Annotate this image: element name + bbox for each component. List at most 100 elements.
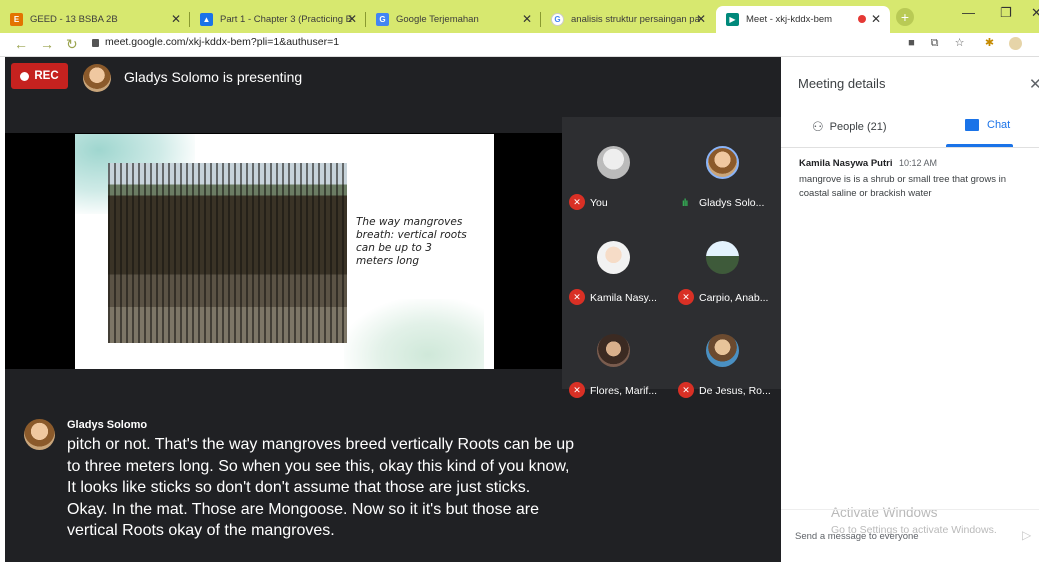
participant-avatar: [597, 334, 630, 367]
tab-label: Meet - xkj-kddx-bem: [746, 14, 833, 25]
meet-icon: ▶: [726, 13, 739, 26]
mic-muted-icon: ✕: [569, 289, 585, 305]
address-bar: ← → ↻ meet.google.com/xkj-kddx-bem?pli=1…: [0, 33, 1039, 57]
slide-text-line: The way mangroves: [356, 216, 463, 228]
send-icon[interactable]: ▷: [1022, 528, 1031, 542]
chat-message-text: mangrove is is a shrub or small tree tha…: [799, 174, 1006, 199]
input-divider: [781, 509, 1039, 510]
participant-tile[interactable]: ✕ You: [562, 132, 671, 222]
caption-speaker-avatar: [24, 419, 55, 450]
bookmark-star-icon[interactable]: ☆: [953, 37, 966, 50]
tab-close-icon[interactable]: ✕: [696, 12, 706, 26]
meeting-details-panel: Meeting details ✕ ⚇ People (21) Chat Kam…: [781, 57, 1039, 562]
new-tab-button[interactable]: +: [896, 8, 914, 26]
chat-message-input[interactable]: Send a message to everyone: [795, 531, 919, 542]
rec-label: REC: [34, 70, 59, 82]
tab-close-icon[interactable]: ✕: [522, 12, 532, 26]
forward-arrow-icon[interactable]: →: [40, 36, 54, 52]
drive-icon: ▲: [200, 13, 213, 26]
tab-people[interactable]: ⚇ People (21): [812, 119, 887, 135]
meet-stage: REC Gladys Solomo is presenting The way …: [5, 57, 781, 562]
participant-name: Gladys Solo...: [699, 197, 765, 209]
mic-muted-icon: ✕: [678, 382, 694, 398]
mangrove-photo: [108, 163, 347, 343]
participant-name: Carpio, Anab...: [699, 292, 769, 304]
slide-decoration: [344, 299, 484, 369]
participant-avatar: [597, 241, 630, 274]
slide-text: The way mangroves breath: vertical roots…: [356, 216, 476, 268]
tab-label: Google Terjemahan: [396, 14, 479, 25]
translate-icon: G: [376, 13, 389, 26]
people-tab-label: People (21): [829, 121, 887, 133]
caption-line: Okay. In the mat. Those are Mongoose. No…: [67, 500, 540, 518]
participant-name: You: [590, 197, 608, 209]
slide-text-line: meters long: [356, 255, 420, 267]
url-text: meet.google.com/xkj-kddx-bem?pli=1&authu…: [105, 36, 340, 48]
participant-name: De Jesus, Ro...: [699, 385, 771, 397]
chat-message-sender: Kamila Nasywa Putri: [799, 158, 893, 169]
tab-label: GEED - 13 BSBA 2B: [30, 14, 118, 25]
mic-muted-icon: ✕: [678, 289, 694, 305]
participant-name: Kamila Nasy...: [590, 292, 657, 304]
presenter-avatar: [83, 64, 111, 92]
recording-dot-icon: [858, 15, 866, 23]
slide-text-line: can be up to 3: [356, 242, 432, 254]
translate-page-icon[interactable]: ⧉: [928, 37, 941, 50]
maximize-icon[interactable]: ❐: [1000, 5, 1012, 21]
lock-icon: [92, 39, 99, 47]
extensions-icon[interactable]: ✱: [983, 37, 996, 50]
classroom-icon: E: [10, 13, 23, 26]
participant-tile[interactable]: ✕ Carpio, Anab...: [671, 227, 780, 317]
chat-tab-label: Chat: [987, 119, 1011, 131]
browser-tab[interactable]: ▲ Part 1 - Chapter 3 (Practicing E ✕: [190, 6, 366, 33]
mic-muted-icon: ✕: [569, 382, 585, 398]
tab-close-icon[interactable]: ✕: [347, 12, 357, 26]
profile-avatar[interactable]: [1009, 37, 1022, 50]
close-panel-icon[interactable]: ✕: [1029, 75, 1039, 93]
people-icon: ⚇: [812, 119, 824, 134]
live-caption: pitch or not. That's the way mangroves b…: [67, 434, 667, 542]
browser-tab-strip: E GEED - 13 BSBA 2B ✕ ▲ Part 1 - Chapter…: [0, 0, 1039, 33]
caption-line: It looks like sticks so don't don't assu…: [67, 479, 531, 496]
participant-tile[interactable]: ✕ Kamila Nasy...: [562, 227, 671, 317]
minimize-icon[interactable]: —: [962, 5, 975, 20]
participant-tile[interactable]: ılı Gladys Solo...: [671, 132, 780, 222]
speaking-indicator-icon: ılı: [682, 198, 688, 209]
caption-line: to three meters long. So when you see th…: [67, 457, 570, 475]
tab-divider: [781, 147, 1039, 148]
tab-close-icon[interactable]: ✕: [871, 12, 881, 26]
participant-tile[interactable]: ✕ Flores, Marif...: [562, 320, 671, 410]
participant-grid: ✕ You ılı Gladys Solo... ✕ Kamila Nasy..…: [562, 117, 781, 398]
mic-muted-icon: ✕: [569, 194, 585, 210]
presenter-label: Gladys Solomo is presenting: [124, 69, 303, 85]
participant-name: Flores, Marif...: [590, 385, 658, 397]
tab-label: analisis struktur persaingan pa: [571, 14, 700, 25]
browser-tab[interactable]: G Google Terjemahan ✕: [366, 6, 541, 33]
caption-line: pitch or not. That's the way mangroves b…: [67, 436, 575, 453]
camera-icon[interactable]: ■: [905, 37, 918, 50]
browser-tab[interactable]: E GEED - 13 BSBA 2B ✕: [0, 6, 190, 33]
browser-tab-active[interactable]: ▶ Meet - xkj-kddx-bem ✕: [716, 6, 890, 33]
tab-chat[interactable]: Chat: [965, 119, 1010, 131]
reload-icon[interactable]: ↻: [66, 36, 78, 53]
participant-tile[interactable]: ✕ De Jesus, Ro...: [671, 320, 780, 410]
caption-speaker-name: Gladys Solomo: [67, 419, 148, 431]
chat-icon: [965, 119, 979, 131]
record-dot-icon: [20, 71, 30, 81]
back-arrow-icon[interactable]: ←: [14, 36, 28, 52]
panel-title: Meeting details: [798, 76, 886, 91]
caption-line: vertical Roots okay of the mangroves.: [67, 522, 335, 539]
activate-windows-watermark: Activate Windows: [831, 505, 938, 520]
google-icon: G: [551, 13, 564, 26]
tab-close-icon[interactable]: ✕: [171, 12, 181, 26]
url-field[interactable]: meet.google.com/xkj-kddx-bem?pli=1&authu…: [92, 36, 339, 48]
participant-avatar: [706, 146, 739, 179]
chat-message-time: 10:12 AM: [899, 158, 938, 168]
recording-badge: REC: [11, 63, 68, 89]
browser-tab[interactable]: G analisis struktur persaingan pa ✕: [541, 6, 715, 33]
close-window-icon[interactable]: ✕: [1031, 5, 1039, 21]
presentation-slide: The way mangroves breath: vertical roots…: [75, 134, 494, 369]
participant-avatar: [706, 334, 739, 367]
participant-avatar: [706, 241, 739, 274]
tab-label: Part 1 - Chapter 3 (Practicing E: [220, 14, 352, 25]
